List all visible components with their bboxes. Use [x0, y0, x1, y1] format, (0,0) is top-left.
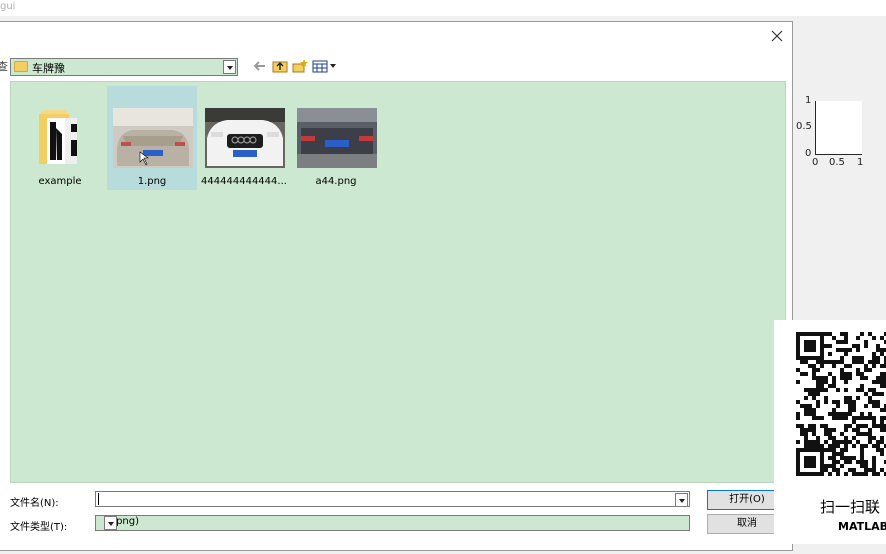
file-name: a44.png [315, 176, 357, 187]
chevron-down-icon[interactable] [223, 60, 236, 74]
text-cursor [98, 493, 99, 505]
filename-input[interactable] [95, 491, 690, 507]
file-list-view[interactable]: example 1.png 444444444444... a44.png [10, 81, 786, 483]
folder-icon [14, 61, 28, 72]
filename-label: 文件名(N): [10, 498, 59, 509]
back-arrow-icon [253, 61, 265, 71]
back-button[interactable] [252, 58, 270, 76]
brand-text: MATLAB [838, 520, 886, 533]
gui-title: gui [0, 1, 16, 12]
close-icon [771, 30, 783, 42]
y-tick-label: 1 [805, 95, 812, 106]
file-name: example [38, 176, 82, 187]
up-folder-button[interactable] [272, 58, 290, 76]
current-folder: 车牌豫 [32, 62, 65, 75]
look-in-combo[interactable]: 车牌豫 [10, 58, 238, 76]
filetype-label: 文件类型(T): [10, 522, 68, 533]
image-thumbnail [113, 108, 193, 168]
view-menu-button[interactable] [312, 58, 340, 76]
file-item-4444[interactable]: 444444444444... [199, 86, 289, 190]
x-tick-label: 1 [857, 157, 864, 168]
qr-promo-card: 扫一扫联 MATLAB [774, 320, 886, 544]
chevron-down-icon[interactable] [675, 493, 688, 507]
scan-text: 扫一扫联 [820, 498, 881, 516]
up-folder-icon [272, 61, 288, 73]
image-thumbnail [205, 108, 285, 168]
open-file-dialog: 查 车牌豫 example 1.png 444444444444... a44.… [0, 21, 793, 551]
close-button[interactable] [768, 27, 786, 45]
file-item-1png[interactable]: 1.png [107, 86, 197, 190]
new-folder-button[interactable] [292, 58, 310, 76]
image-thumbnail [297, 108, 377, 168]
look-in-label: 查 [0, 60, 8, 73]
file-name: 1.png [137, 176, 167, 187]
x-tick-label: 0.5 [829, 157, 845, 168]
new-folder-icon [292, 59, 308, 73]
filetype-select[interactable]: (*.png) [95, 515, 690, 531]
y-tick-label: 0.5 [796, 121, 812, 132]
view-menu-icon [312, 60, 336, 73]
file-item-example[interactable]: example [15, 86, 105, 190]
gui-title-bar: gui [0, 0, 886, 16]
qr-code [796, 332, 886, 476]
chevron-down-icon[interactable] [104, 516, 117, 530]
plot-axes [815, 101, 862, 155]
file-name: 444444444444... [201, 176, 287, 187]
file-item-a44png[interactable]: a44.png [291, 86, 381, 190]
x-tick-label: 0 [812, 157, 819, 168]
folder-icon [39, 110, 77, 164]
y-tick-label: 0 [805, 148, 812, 159]
